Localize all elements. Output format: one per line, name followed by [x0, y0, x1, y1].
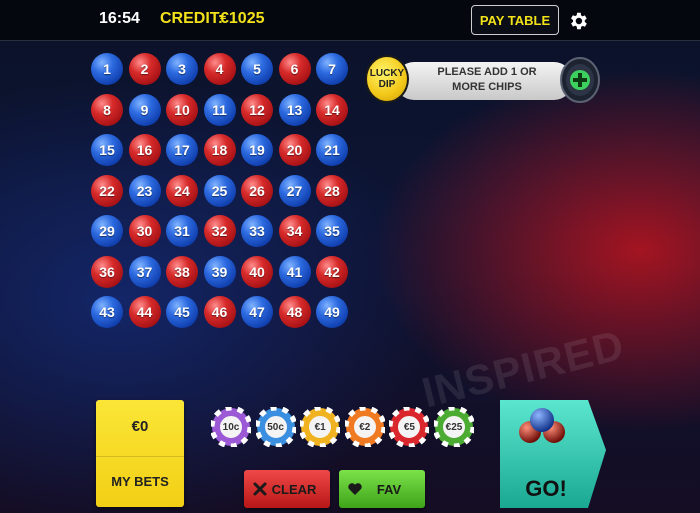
number-ball[interactable]: 43 [91, 296, 123, 328]
chip-button[interactable]: €2 [343, 405, 387, 449]
go-button[interactable]: GO! [496, 398, 608, 510]
number-ball[interactable]: 30 [128, 215, 161, 247]
number-ball[interactable]: 49 [316, 296, 348, 328]
number-ball[interactable]: 9 [128, 93, 161, 126]
number-ball[interactable]: 11 [203, 93, 236, 126]
number-ball[interactable]: 40 [241, 255, 273, 288]
number-ball[interactable]: 28 [316, 174, 348, 207]
chip-label: €5 [403, 421, 415, 433]
number-ball[interactable]: 34 [278, 215, 311, 247]
credit-label: CREDIT: [160, 10, 224, 27]
number-ball[interactable]: 21 [316, 134, 348, 166]
number-ball[interactable]: 6 [278, 53, 311, 85]
chip-button[interactable]: €1 [298, 405, 342, 449]
number-ball[interactable]: 2 [128, 53, 161, 85]
lucky-dip-button[interactable]: LUCKY DIP [365, 55, 409, 103]
number-ball[interactable]: 45 [166, 296, 198, 328]
chip-label: €2 [359, 421, 371, 433]
number-ball[interactable]: 35 [316, 215, 348, 247]
number-ball[interactable]: 14 [316, 93, 348, 126]
number-ball[interactable]: 20 [278, 134, 311, 166]
message-line-1: PLEASE ADD 1 OR [437, 66, 537, 78]
clock: 16:54 [99, 10, 140, 27]
number-ball[interactable]: 29 [91, 215, 123, 247]
bets-amount: €0 [131, 418, 149, 435]
chip-button[interactable]: 10c [209, 405, 253, 449]
number-ball[interactable]: 44 [128, 296, 161, 328]
message-line-2: MORE CHIPS [452, 81, 522, 93]
plus-chip-icon[interactable] [560, 56, 600, 104]
number-ball[interactable]: 5 [241, 53, 273, 85]
number-ball[interactable]: 48 [278, 296, 311, 328]
number-ball[interactable]: 3 [166, 53, 198, 85]
chip-label: 50c [267, 421, 284, 433]
go-label: GO! [525, 476, 567, 501]
credit-value: €1025 [220, 10, 265, 27]
number-ball[interactable]: 36 [91, 255, 123, 288]
number-ball[interactable]: 13 [278, 93, 311, 126]
chip-label: €25 [445, 421, 463, 433]
number-ball[interactable]: 8 [91, 93, 123, 126]
clear-label: CLEAR [271, 482, 317, 497]
number-ball[interactable]: 1 [91, 53, 123, 85]
gear-icon[interactable] [567, 10, 589, 32]
number-ball[interactable]: 18 [203, 134, 236, 166]
number-ball[interactable]: 27 [278, 174, 311, 207]
number-ball[interactable]: 47 [241, 296, 273, 328]
chip-label: €1 [314, 421, 326, 433]
pay-table-button[interactable]: PAY TABLE [471, 5, 559, 35]
number-ball[interactable]: 33 [241, 215, 273, 247]
number-ball[interactable]: 46 [203, 296, 236, 328]
lucky-dip-line-2: DIP [378, 79, 396, 90]
number-ball[interactable]: 41 [278, 255, 311, 288]
number-ball[interactable]: 4 [203, 53, 236, 85]
number-ball[interactable]: 22 [91, 174, 123, 207]
divider [96, 456, 184, 457]
chip-button[interactable]: 50c [254, 405, 298, 449]
fav-button[interactable]: FAV [339, 470, 425, 508]
number-ball[interactable]: 38 [166, 255, 198, 288]
number-ball[interactable]: 10 [166, 93, 198, 126]
my-bets-button[interactable]: €0 MY BETS [96, 400, 184, 507]
top-bar: 16:54 CREDIT: €1025 PAY TABLE [0, 0, 700, 41]
add-chips-message: PLEASE ADD 1 OR MORE CHIPS [407, 65, 567, 95]
number-ball[interactable]: 12 [241, 93, 273, 126]
number-ball[interactable]: 26 [241, 174, 273, 207]
number-ball[interactable]: 25 [203, 174, 236, 207]
number-ball[interactable]: 42 [316, 255, 348, 288]
number-ball[interactable]: 23 [128, 174, 161, 207]
chip-button[interactable]: €5 [387, 405, 431, 449]
chip-label: 10c [222, 421, 240, 433]
my-bets-label: MY BETS [111, 474, 169, 489]
chip-button[interactable]: €25 [432, 405, 476, 449]
number-ball[interactable]: 24 [166, 174, 198, 207]
number-ball[interactable]: 7 [316, 53, 348, 85]
number-ball[interactable]: 17 [166, 134, 198, 166]
number-ball[interactable]: 19 [241, 134, 273, 166]
number-ball[interactable]: 37 [128, 255, 161, 288]
clear-button[interactable]: CLEAR [244, 470, 330, 508]
number-ball[interactable]: 16 [128, 134, 161, 166]
fav-label: FAV [376, 482, 402, 497]
number-ball[interactable]: 15 [91, 134, 123, 166]
number-ball[interactable]: 32 [203, 215, 236, 247]
lucky-dip-line-1: LUCKY [369, 68, 405, 79]
number-ball[interactable]: 39 [203, 255, 236, 288]
number-ball[interactable]: 31 [166, 215, 198, 247]
lucky-dip-panel: PLEASE ADD 1 OR MORE CHIPS LUCKY DIP [365, 55, 600, 105]
